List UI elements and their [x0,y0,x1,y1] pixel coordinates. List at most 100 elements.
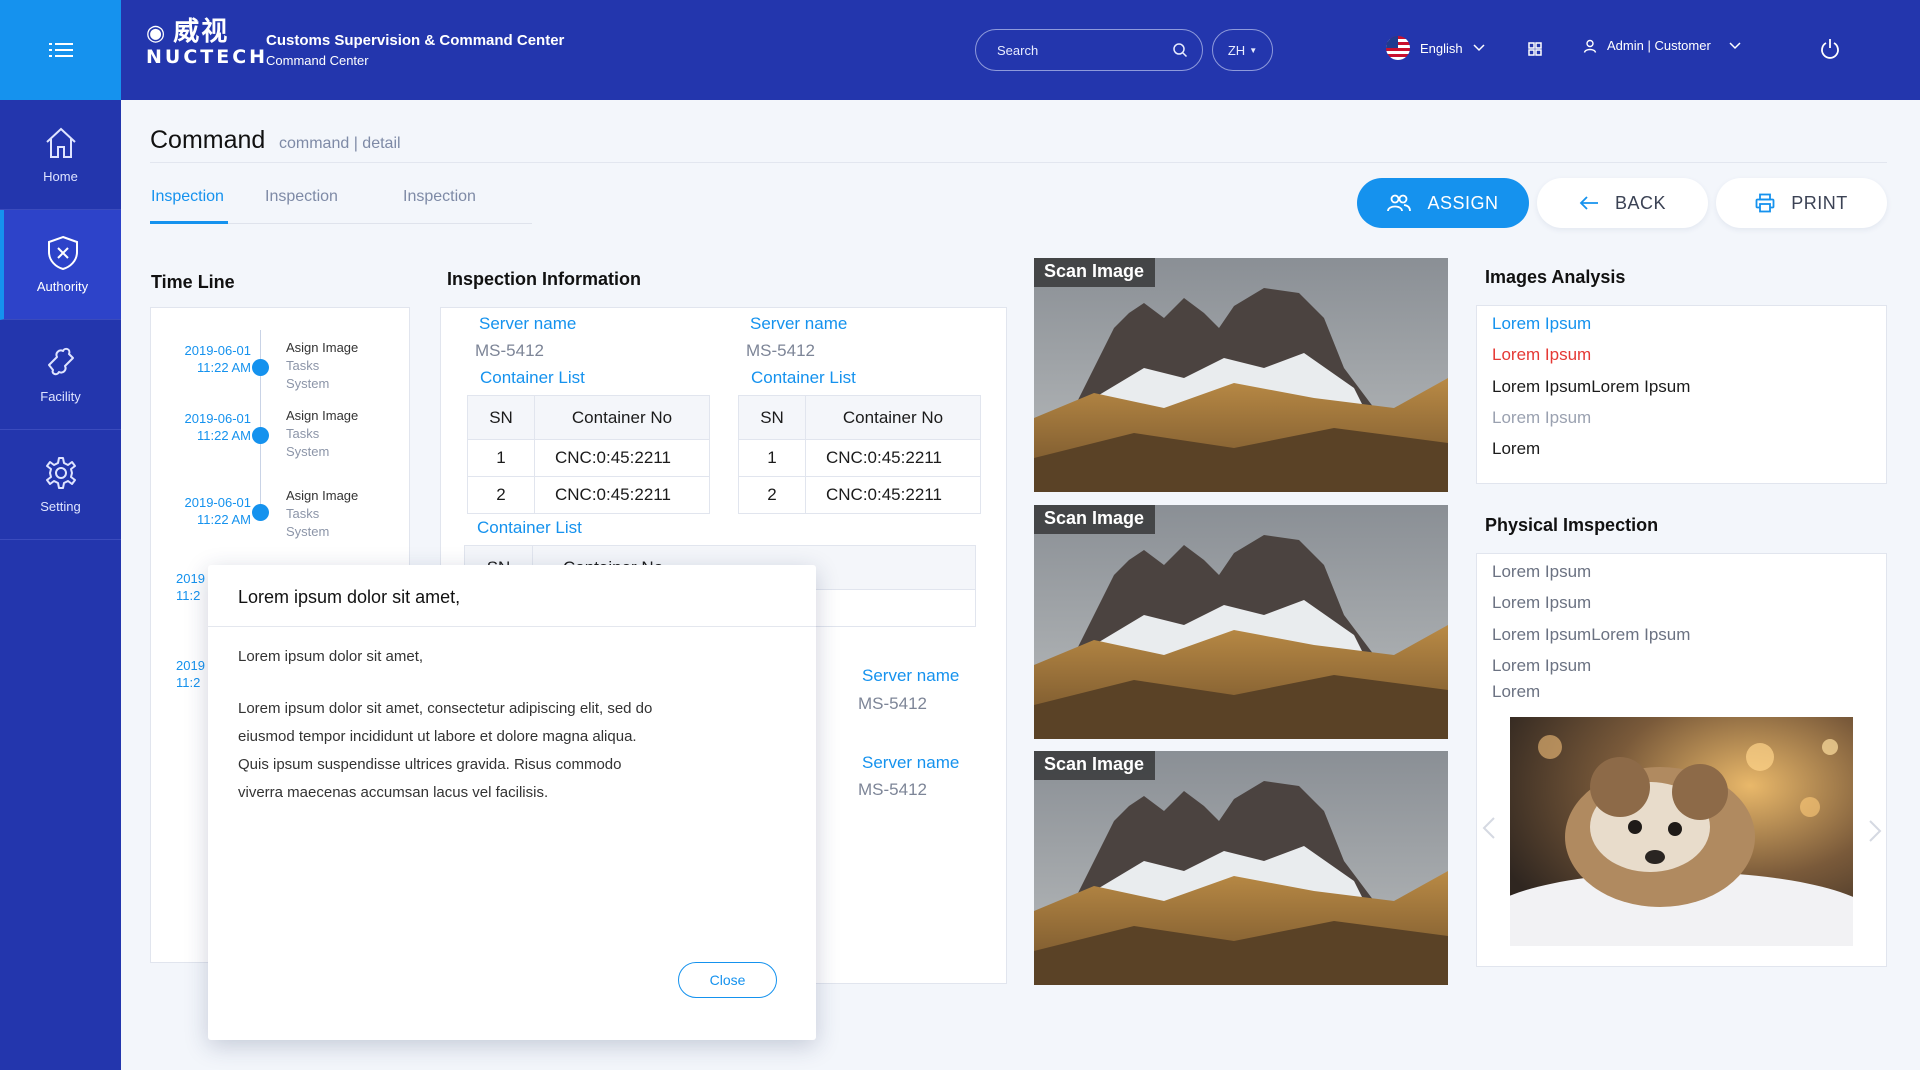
print-label: PRINT [1791,192,1848,213]
power-icon[interactable] [1820,38,1840,60]
brand-logo: ◉ 威视 NUCTECH [146,18,268,68]
list-item[interactable]: Lorem [1492,439,1540,459]
user-menu[interactable]: Admin | Customer [1583,38,1741,53]
arrow-left-icon [1579,196,1598,210]
search-input[interactable]: Search [975,29,1203,71]
dialog-body-line: Lorem ipsum dolor sit amet, consectetur … [238,700,653,717]
apps-grid-icon[interactable] [1528,42,1542,56]
scan-image[interactable]: Scan Image [1034,258,1448,492]
table-cell-sn: 1 [738,439,806,477]
table-cell-container: CNC:0:45:2211 [805,439,981,477]
timeline-dot [252,359,269,376]
users-icon [1387,194,1412,212]
server-name-label: Server name [479,314,577,333]
menu-icon [48,43,73,57]
tab-inspection-3[interactable]: Inspection [403,188,476,206]
close-button[interactable]: Close [678,962,777,998]
top-bar: ◉ 威视 NUCTECH Customs Supervision & Comman… [0,0,1920,100]
modal-dialog: Lorem ipsum dolor sit amet, Lorem ipsum … [208,565,816,1040]
list-item[interactable]: Lorem Ipsum [1492,593,1591,613]
timeline-time: 11:22 AM [197,360,251,375]
table-row[interactable]: 1 CNC:0:45:2211 [738,439,981,477]
back-button[interactable]: BACK [1537,178,1708,228]
mountain-photo [1034,751,1448,985]
app-title: Customs Supervision & Command Center [266,32,565,49]
physical-list: Lorem Ipsum Lorem Ipsum Lorem IpsumLorem… [1476,553,1887,967]
breadcrumb: command | detail [279,135,401,152]
header-divider [150,162,1887,163]
server-name-value: MS-5412 [475,341,544,360]
sidebar-item-label: Facility [40,389,81,404]
timeline-dot [252,427,269,444]
scan-image[interactable]: Scan Image [1034,505,1448,739]
timeline-action: Asign Image [286,340,359,355]
table-row[interactable]: 2 CNC:0:45:2211 [738,476,981,514]
timeline-detail: Tasks [286,358,320,373]
table-row[interactable]: 2 CNC:0:45:2211 [467,476,710,514]
table-cell-sn: 2 [467,476,535,514]
chevron-down-icon [1729,41,1741,49]
gear-icon [45,457,76,489]
active-tab-indicator [150,221,228,224]
column-header-container-no: Container No [805,395,981,440]
dialog-body-line: Quis ipsum suspendisse ultrices gravida.… [238,756,622,773]
menu-toggle-button[interactable] [0,0,121,100]
brand-logo-text: NUCTECH [146,46,269,68]
server-name-label: Server name [750,314,848,333]
timeline-time: 11:22 AM [197,428,251,443]
table-cell-container: CNC:0:45:2211 [534,439,710,477]
list-item[interactable]: Lorem IpsumLorem Ipsum [1492,625,1690,645]
timeline-title: Time Line [151,272,235,292]
sidebar-item-label: Setting [40,499,81,514]
chevron-left-icon[interactable] [1482,816,1496,840]
container-table: SN Container No 1 CNC:0:45:2211 2 CNC:0:… [738,395,981,514]
search-icon [1173,43,1188,58]
sidebar-item-facility[interactable]: Facility [0,320,121,430]
server-name-value: MS-5412 [746,341,815,360]
table-cell-sn: 1 [467,439,535,477]
server-name-value: MS-5412 [858,780,927,799]
assign-button[interactable]: ASSIGN [1357,178,1529,228]
timeline-detail: Tasks [286,506,320,521]
container-table: SN Container No 1 CNC:0:45:2211 2 CNC:0:… [467,395,710,514]
timeline-time: 11:2 [176,588,201,603]
sidebar-item-setting[interactable]: Setting [0,430,121,540]
tab-inspection-2[interactable]: Inspection [265,188,338,206]
page-title: Command [150,126,266,154]
column-header-sn: SN [467,395,535,440]
dialog-title: Lorem ipsum dolor sit amet, [238,587,461,607]
chevron-right-icon[interactable] [1868,819,1882,843]
timeline-detail: Tasks [286,426,320,441]
table-row[interactable]: 1 CNC:0:45:2211 [467,439,710,477]
container-list-label: Container List [751,368,856,387]
list-item[interactable]: Lorem Ipsum [1492,408,1591,428]
analysis-list: Lorem Ipsum Lorem Ipsum Lorem IpsumLorem… [1476,305,1887,484]
list-item[interactable]: Lorem Ipsum [1492,345,1591,365]
caret-down-icon: ▼ [1249,45,1258,55]
analysis-title: Images Analysis [1485,267,1626,287]
physical-title: Physical Imspection [1485,515,1659,535]
timeline-time: 11:2 [176,675,201,690]
timeline-dot [252,504,269,521]
list-item[interactable]: Lorem [1492,682,1540,702]
list-item[interactable]: Lorem IpsumLorem Ipsum [1492,377,1690,397]
dog-photo[interactable] [1510,717,1853,946]
timeline-detail: System [286,524,330,539]
list-item[interactable]: Lorem Ipsum [1492,314,1591,334]
timeline-date: 2019 [176,658,205,673]
dialog-divider [208,626,816,627]
list-item[interactable]: Lorem Ipsum [1492,656,1591,676]
print-button[interactable]: PRINT [1716,178,1887,228]
timeline-date: 2019-06-01 [184,343,252,358]
logo-swirl-icon: ◉ [146,21,168,46]
sidebar-item-label: Home [43,169,78,184]
app-subtitle: Command Center [266,53,369,68]
language-short-select[interactable]: ZH ▼ [1212,29,1273,71]
timeline-date: 2019-06-01 [184,411,252,426]
scan-image[interactable]: Scan Image [1034,751,1448,985]
list-item[interactable]: Lorem Ipsum [1492,562,1591,582]
tab-inspection-1[interactable]: Inspection [151,188,224,206]
sidebar-item-authority[interactable]: Authority [0,210,121,320]
sidebar-item-home[interactable]: Home [0,100,121,210]
language-select[interactable]: English [1386,36,1485,60]
